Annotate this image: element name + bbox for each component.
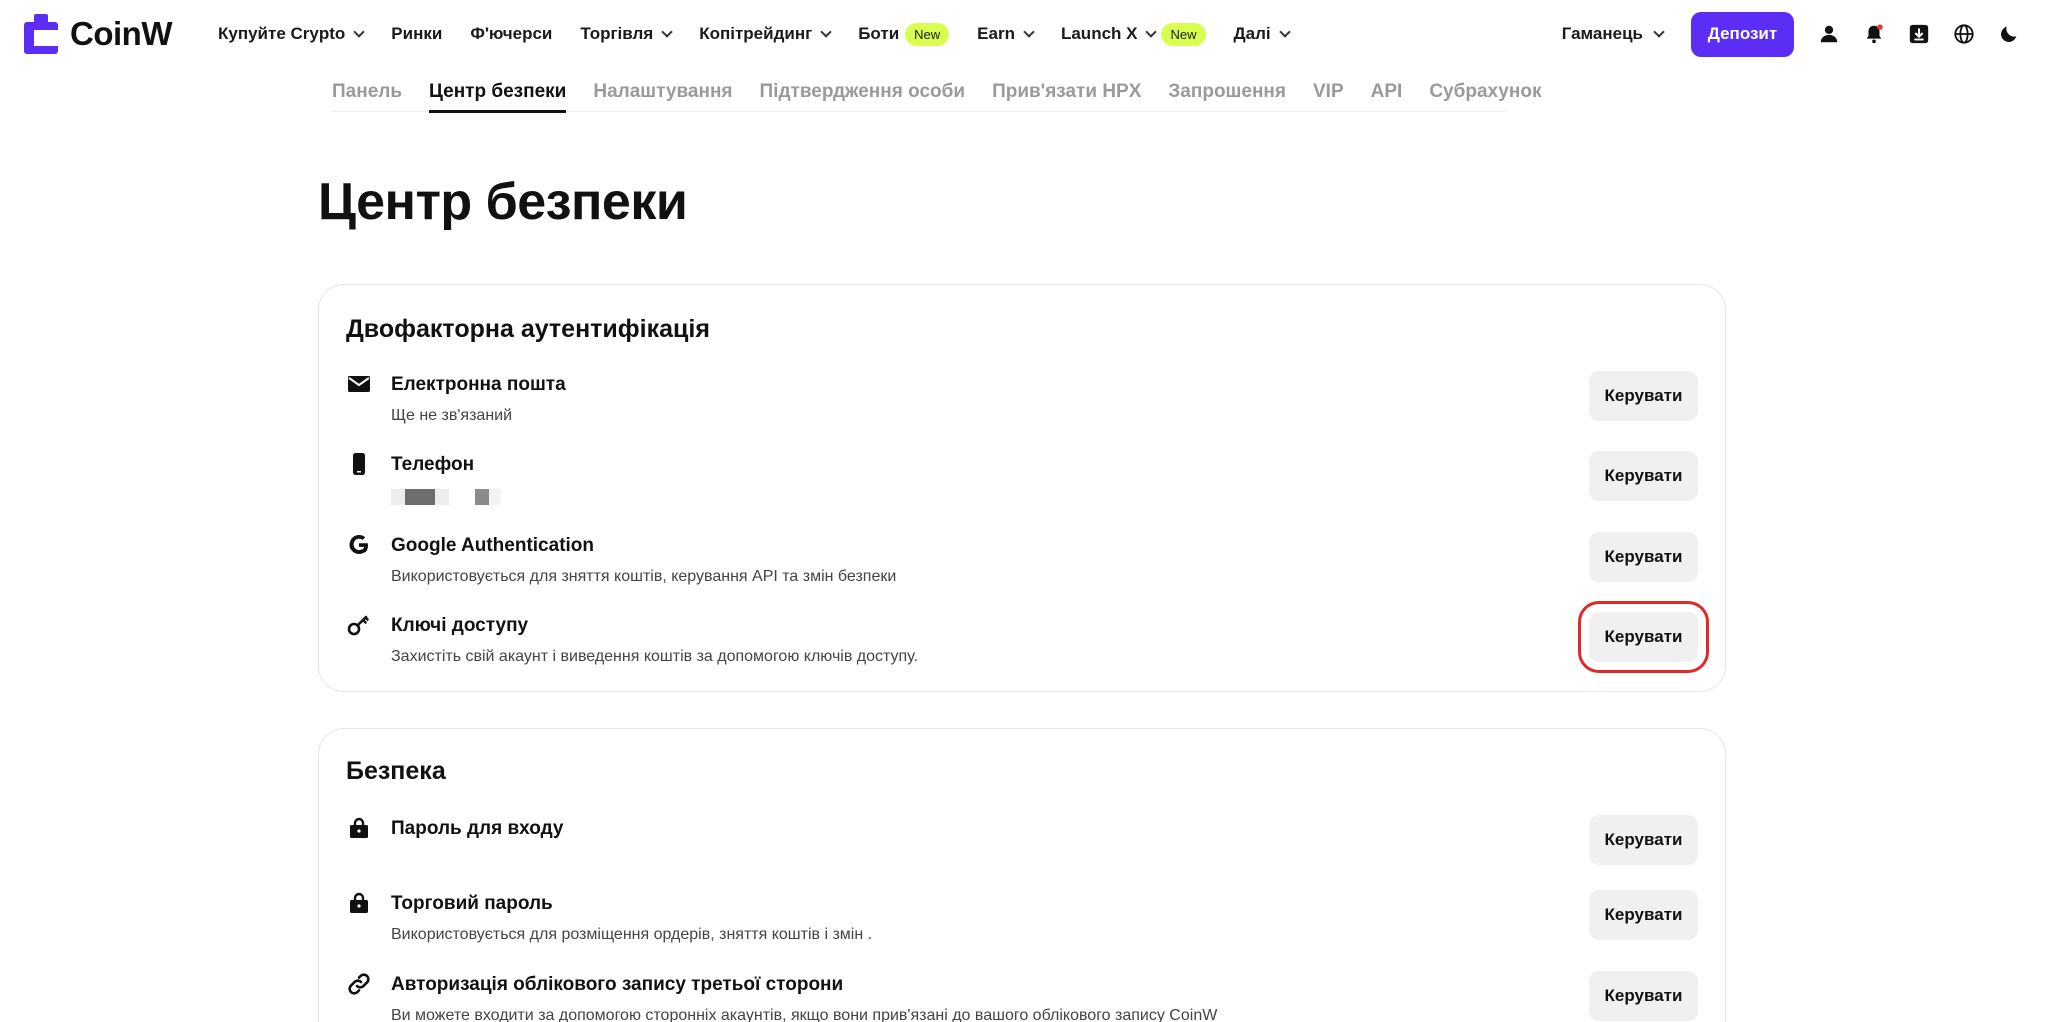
top-navigation: CoinW Купуйте Crypto Ринки Ф'ючерси Торг… [0,0,2048,68]
security-card: Безпека Пароль для входу Керувати Торгов… [318,728,1726,1022]
row-subtitle: Ще не зв'язаний [391,407,513,424]
manage-passkeys-button[interactable]: Керувати [1578,601,1709,673]
tab-link-hpx[interactable]: Прив'язати HPX [992,76,1141,112]
chevron-down-icon [661,25,673,38]
menu-markets[interactable]: Ринки [391,24,442,44]
globe-icon[interactable] [1953,23,1975,45]
google-icon [346,532,372,558]
tab-invitations[interactable]: Запрошення [1168,76,1286,112]
download-icon[interactable] [1908,23,1930,45]
card-title: Двофакторна аутентифікація [346,315,710,343]
chevron-down-icon [820,25,832,38]
main-menu: Купуйте Crypto Ринки Ф'ючерси Торгівля К… [218,0,1317,68]
two-factor-card: Двофакторна аутентифікація Електронна по… [318,284,1726,692]
lock-icon [346,815,372,841]
chevron-down-icon [1278,25,1291,38]
menu-label: Ф'ючерси [470,24,553,43]
list-item-phone: Телефон Керувати [319,451,1725,523]
menu-label: Копітрейдинг [699,24,813,43]
new-badge: New [1161,22,1206,46]
lock-icon [346,890,372,916]
menu-bots[interactable]: Боти New [858,22,950,46]
chevron-down-icon [353,25,365,38]
list-item-passkeys: Ключі доступу Захистіть свій акаунт і ви… [319,601,1725,684]
list-item-google-auth: Google Authentication Використовується д… [319,532,1725,604]
row-title: Авторизація облікового запису третьої ст… [391,974,844,995]
coinw-logo-mark [24,14,58,54]
row-title: Торговий пароль [391,893,553,914]
menu-trade[interactable]: Торгівля [580,24,673,44]
menu-label: Earn [977,24,1015,43]
wallet-label: Гаманець [1561,24,1643,43]
menu-label: Боти [858,24,900,43]
phone-icon [346,451,372,477]
menu-more[interactable]: Далі [1233,24,1291,44]
menu-label: Купуйте Crypto [218,24,346,43]
tab-vip[interactable]: VIP [1313,76,1344,112]
mail-icon [346,371,372,397]
list-item-third-party-auth: Авторизація облікового запису третьої ст… [319,971,1725,1022]
page-title: Центр безпеки [318,173,688,231]
tab-identity-verification[interactable]: Підтвердження особи [760,76,966,112]
menu-label: Далі [1233,24,1271,43]
list-item-login-password: Пароль для входу Керувати [319,815,1725,887]
row-subtitle: Ви можете входити за допомогою сторонніх… [391,1007,1218,1022]
brand-name: CoinW [70,15,172,52]
manage-email-button[interactable]: Керувати [1589,371,1698,421]
chevron-down-icon [1145,25,1158,38]
wallet-menu[interactable]: Гаманець [1561,24,1665,44]
tab-security-center[interactable]: Центр безпеки [429,76,567,113]
manage-trading-password-button[interactable]: Керувати [1589,890,1698,940]
menu-buy-crypto[interactable]: Купуйте Crypto [218,24,365,44]
row-title: Пароль для входу [391,818,564,839]
row-title: Ключі доступу [391,615,529,636]
deposit-button[interactable]: Депозит [1691,11,1794,57]
bell-icon[interactable] [1863,23,1885,45]
row-subtitle: Захистіть свій акаунт і виведення коштів… [391,648,919,665]
menu-label: Ринки [391,24,443,43]
card-title: Безпека [346,757,446,785]
row-title: Телефон [391,454,475,475]
user-icon[interactable] [1818,23,1840,45]
list-item-email: Електронна пошта Ще не зв'язаний Керуват… [319,371,1725,443]
manage-third-party-button[interactable]: Керувати [1589,971,1698,1021]
menu-label: Launch X [1060,24,1138,43]
tab-settings[interactable]: Налаштування [593,76,732,112]
list-item-trading-password: Торговий пароль Використовується для роз… [319,890,1725,962]
chevron-down-icon [1023,25,1035,38]
menu-copy-trading[interactable]: Копітрейдинг [699,24,832,44]
menu-launch-x[interactable]: Launch X New [1060,22,1206,46]
new-badge: New [905,22,950,46]
row-title: Електронна пошта [391,374,566,395]
manage-google-auth-button[interactable]: Керувати [1589,532,1698,582]
masked-phone-number [391,489,501,505]
menu-futures[interactable]: Ф'ючерси [470,24,552,44]
manage-login-password-button[interactable]: Керувати [1589,815,1698,865]
row-subtitle: Використовується для розміщення ордерів,… [391,926,873,943]
link-icon [346,971,372,997]
manage-phone-button[interactable]: Керувати [1589,451,1698,501]
row-title: Google Authentication [391,535,595,556]
row-subtitle: Використовується для зняття коштів, керу… [391,568,897,585]
chevron-down-icon [1653,25,1665,38]
tab-subaccount[interactable]: Субрахунок [1429,76,1541,112]
tab-api[interactable]: API [1371,76,1403,112]
key-icon [346,612,372,638]
coinw-logo[interactable]: CoinW [24,14,172,54]
account-subtabs: Панель Центр безпеки Налаштування Підтве… [332,76,1541,113]
menu-earn[interactable]: Earn [977,24,1035,44]
right-navigation: Гаманець Депозит [1562,0,2048,68]
tab-dashboard[interactable]: Панель [332,76,402,112]
menu-label: Торгівля [580,24,654,43]
moon-icon[interactable] [1998,23,2020,45]
